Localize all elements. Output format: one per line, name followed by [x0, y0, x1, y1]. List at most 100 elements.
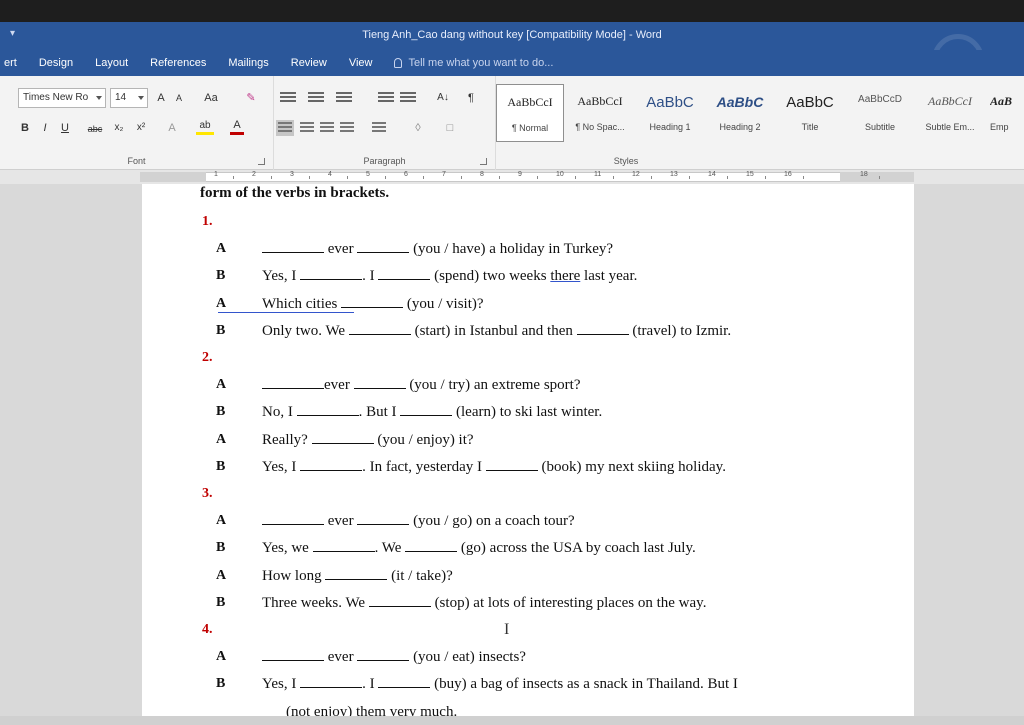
style-title[interactable]: AaBbC Title [776, 84, 844, 142]
style-heading-1[interactable]: AaBbC Heading 1 [636, 84, 704, 142]
subscript-button[interactable]: x₂ [110, 119, 128, 137]
ruler-tick [537, 176, 538, 179]
answer-blank[interactable] [325, 578, 388, 580]
style-name: Subtle Em... [925, 122, 975, 132]
answer-blank[interactable] [368, 605, 431, 607]
line-text: last year. [580, 268, 638, 285]
title-bar: ▾ Tieng Anh_Cao dang without key [Compat… [0, 22, 1024, 86]
exercise-line: Yes, I . In fact, yesterday I (book) my … [262, 459, 726, 476]
exercise-line: ever (you / go) on a coach tour? [262, 513, 575, 530]
ruler-tick [271, 176, 272, 179]
answer-blank[interactable] [357, 660, 410, 662]
tab-insert[interactable]: ert [4, 57, 17, 69]
line-text: ever [324, 241, 358, 258]
multilevel-list-icon[interactable] [336, 92, 352, 104]
ruler-tick [347, 176, 348, 179]
answer-blank[interactable] [400, 415, 453, 417]
line-spacing-icon[interactable] [372, 122, 386, 134]
answer-blank[interactable] [357, 252, 410, 254]
ruler-number: 4 [328, 171, 332, 178]
speaker-label: B [216, 268, 226, 284]
style-name: Emp [990, 122, 1009, 132]
line-text: Which cities [262, 295, 342, 312]
grow-font-button[interactable]: A [154, 89, 168, 107]
sort-button[interactable]: A↓ [434, 89, 452, 107]
style-emphasis[interactable]: AaB Emp [986, 84, 1024, 142]
style-normal[interactable]: AaBbCcI ¶ Normal [496, 84, 564, 142]
tell-me-box[interactable]: Tell me what you want to do... [394, 57, 553, 69]
answer-blank[interactable] [357, 524, 410, 526]
text-cursor-icon: I [504, 621, 510, 638]
answer-blank[interactable] [353, 388, 406, 390]
strikethrough-button[interactable]: abc [84, 120, 106, 138]
style-subtle-emphasis[interactable]: AaBbCcI Subtle Em... [916, 84, 984, 142]
answer-blank[interactable] [378, 279, 431, 281]
answer-blank[interactable] [311, 442, 374, 444]
speaker-label: B [216, 676, 226, 692]
answer-blank[interactable] [300, 279, 363, 281]
line-text: (you / have) a holiday in Turkey? [409, 241, 614, 258]
instruction-text: form of the verbs in brackets. [200, 185, 390, 201]
style-sample: AaBbC [716, 94, 764, 110]
answer-blank[interactable] [485, 469, 538, 471]
style-subtitle[interactable]: AaBbCcD Subtitle [846, 84, 914, 142]
font-color-button[interactable]: A [230, 119, 244, 135]
styles-group: AaBbCcI ¶ Normal AaBbCcI ¶ No Spac... Aa… [496, 76, 1024, 170]
style-name: ¶ No Spac... [575, 122, 625, 132]
answer-blank[interactable] [262, 524, 324, 526]
answer-blank[interactable] [262, 252, 324, 254]
tab-mailings[interactable]: Mailings [228, 57, 268, 69]
justify-icon[interactable] [340, 122, 354, 134]
shrink-font-button[interactable]: A [172, 89, 186, 107]
line-text: . I [362, 676, 379, 693]
answer-blank[interactable] [262, 660, 324, 662]
answer-blank[interactable] [405, 551, 458, 553]
align-right-icon[interactable] [320, 122, 334, 134]
style-sample: AaBbCcD [858, 94, 902, 105]
decrease-indent-icon[interactable] [378, 92, 394, 104]
screen-top-edge [0, 0, 1024, 22]
text-effects-icon[interactable]: A [164, 119, 180, 137]
answer-blank[interactable] [378, 687, 431, 689]
clear-formatting-icon[interactable]: ✎ [244, 89, 258, 107]
underline-button[interactable]: U [58, 119, 72, 137]
answer-blank[interactable] [262, 388, 324, 390]
numbering-icon[interactable] [308, 92, 324, 104]
style-no-spacing[interactable]: AaBbCcI ¶ No Spac... [566, 84, 634, 142]
font-dialog-launcher-icon[interactable] [258, 158, 265, 165]
font-size-box[interactable]: 14 [110, 88, 148, 108]
answer-blank[interactable] [300, 469, 363, 471]
document-page[interactable]: form of the verbs in brackets. 1. A ever … [142, 184, 914, 725]
horizontal-ruler[interactable]: 1 2 3 4 5 6 7 8 9 10 11 12 13 14 15 16 18 [0, 170, 1024, 184]
change-case-button[interactable]: Aa [200, 89, 222, 107]
align-center-icon[interactable] [300, 122, 314, 134]
tab-references[interactable]: References [150, 57, 206, 69]
answer-blank[interactable] [341, 306, 404, 308]
answer-blank[interactable] [576, 333, 629, 335]
increase-indent-icon[interactable] [400, 92, 416, 104]
style-heading-2[interactable]: AaBbC Heading 2 [706, 84, 774, 142]
tab-design[interactable]: Design [39, 57, 73, 69]
line-text: . I [362, 268, 379, 285]
tab-review[interactable]: Review [291, 57, 327, 69]
italic-button[interactable]: I [38, 119, 52, 137]
tab-layout[interactable]: Layout [95, 57, 128, 69]
align-left-icon[interactable] [276, 120, 294, 136]
show-formatting-button[interactable]: ¶ [464, 89, 478, 107]
font-size-value: 14 [115, 92, 127, 103]
font-name-box[interactable]: Times New Ro [18, 88, 106, 108]
shading-icon[interactable]: ◊ [408, 119, 428, 137]
bold-button[interactable]: B [18, 119, 32, 137]
bullets-icon[interactable] [280, 92, 296, 104]
highlight-color-icon[interactable]: ab [196, 119, 214, 135]
styles-group-label: Styles [613, 156, 639, 166]
tab-view[interactable]: View [349, 57, 373, 69]
paragraph-dialog-launcher-icon[interactable] [480, 158, 487, 165]
answer-blank[interactable] [312, 551, 375, 553]
answer-blank[interactable] [296, 415, 359, 417]
answer-blank[interactable] [348, 333, 411, 335]
answer-blank[interactable] [300, 687, 363, 689]
superscript-button[interactable]: x² [132, 119, 150, 137]
document-workspace: form of the verbs in brackets. 1. A ever … [0, 184, 1024, 725]
borders-icon[interactable]: □ [440, 119, 460, 137]
